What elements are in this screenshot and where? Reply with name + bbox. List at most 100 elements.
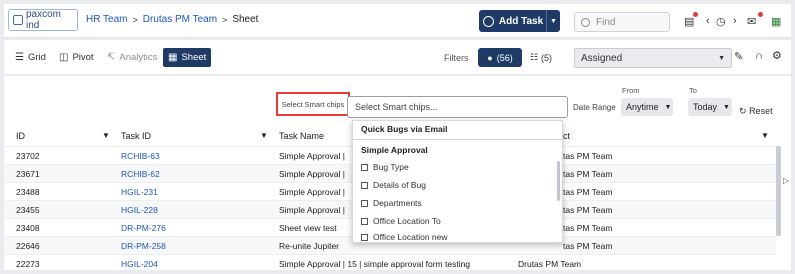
column-header-id[interactable]: ID [16, 131, 25, 141]
assigned-select[interactable]: Assigned ▼ [574, 48, 732, 68]
filter-icon[interactable]: ▼ [260, 131, 268, 140]
tab-analytics[interactable]: ↸ Analytics [102, 48, 162, 67]
cell-task-name: Simple Approval | [279, 205, 345, 215]
breadcrumb-project[interactable]: Drutas PM Team [143, 14, 217, 25]
cell-task-id[interactable]: HGIL-228 [121, 205, 158, 215]
cell-project: tas PM Team [563, 169, 613, 179]
chevron-right-icon: > [132, 14, 138, 25]
filter-user-count: (56) [496, 52, 513, 63]
refresh-icon: ↻ [739, 106, 747, 116]
cell-project: tas PM Team [563, 223, 613, 233]
from-label: From [622, 86, 640, 95]
view-toolbar: ☰ Grid ◫ Pivot ↸ Analytics ▦ Sheet Filte… [4, 40, 791, 74]
cell-project: tas PM Team [563, 187, 613, 197]
collapse-arrow-icon[interactable]: ▷ [783, 176, 789, 185]
chevron-right-icon: > [222, 14, 228, 25]
filters-label: Filters [444, 53, 469, 63]
column-header-task-id[interactable]: Task ID [121, 131, 151, 141]
chip-option[interactable]: Office Location To [361, 216, 441, 226]
chevron-left-icon[interactable]: ‹ [706, 15, 710, 27]
chip-option-label: Details of Bug [373, 180, 426, 190]
add-task-dropdown-button[interactable]: ▼ [546, 10, 560, 32]
headset-icon[interactable]: ∩ [755, 50, 763, 62]
user-icon: ● [487, 52, 493, 63]
cell-task-id[interactable]: HGIL-204 [121, 259, 158, 269]
from-select[interactable]: Anytime ▼ [621, 98, 673, 116]
date-range-label: Date Range [573, 103, 616, 112]
cell-id: 22646 [16, 241, 40, 251]
search-icon [581, 17, 590, 27]
group-quick-bugs: Quick Bugs via Email [361, 124, 448, 134]
gear-icon[interactable]: ⚙ [772, 49, 782, 62]
cell-task-id[interactable]: DR-PM-276 [121, 223, 166, 233]
checkbox-icon[interactable] [361, 217, 368, 225]
smart-chips-label: Select Smart chips [276, 92, 350, 116]
sheet-panel: Select Smart chips Select Smart chips...… [4, 76, 791, 270]
cell-task-id[interactable]: RCHIB-62 [121, 169, 160, 179]
document-icon[interactable]: ▦ [771, 15, 781, 28]
divider [353, 139, 562, 140]
chip-option[interactable]: Office Location new [361, 232, 448, 242]
add-task-button[interactable]: Add Task [479, 10, 547, 32]
workspace-name: paxcom ind [25, 9, 61, 31]
cell-id: 23671 [16, 169, 40, 179]
from-value: Anytime [626, 102, 659, 112]
filter-user-button[interactable]: ● (56) [478, 48, 522, 67]
reset-button[interactable]: ↻ Reset [739, 106, 773, 117]
tab-pivot-label: Pivot [72, 52, 94, 63]
cell-id: 22273 [16, 259, 40, 269]
tab-grid[interactable]: ☰ Grid [10, 48, 51, 67]
chip-option[interactable]: Bug Type [361, 162, 409, 172]
smart-chips-input[interactable]: Select Smart chips... [347, 96, 568, 118]
sheet-icon: ▦ [168, 52, 178, 63]
checkbox-icon[interactable] [361, 233, 368, 241]
table-row[interactable]: 22273 HGIL-204 Simple Approval | 15 | si… [4, 254, 776, 270]
analytics-icon: ↸ [107, 52, 116, 63]
timer-icon[interactable]: ◷ [716, 15, 726, 28]
cell-task-name: Re-unite Jupiter [279, 241, 340, 251]
workspace-icon [13, 15, 23, 25]
chevron-down-icon: ▼ [664, 103, 672, 111]
cell-task-id[interactable]: HGIL-231 [121, 187, 158, 197]
filter-icon[interactable]: ▼ [102, 131, 110, 140]
megaphone-icon[interactable]: ✉ [747, 15, 756, 28]
to-select[interactable]: Today ▼ [688, 98, 732, 116]
list-icon: ☰ [15, 52, 24, 63]
breadcrumb-hr-team[interactable]: HR Team [86, 14, 128, 25]
chevron-down-icon: ▼ [718, 54, 725, 62]
filter-icon[interactable]: ▼ [761, 131, 769, 140]
assigned-value: Assigned [581, 52, 623, 64]
dropdown-scrollbar[interactable] [557, 161, 560, 201]
tab-analytics-label: Analytics [119, 52, 158, 63]
to-label: To [689, 86, 697, 95]
calendar-icon[interactable]: ▤ [684, 15, 694, 28]
checkbox-icon[interactable] [361, 199, 368, 207]
tab-pivot[interactable]: ◫ Pivot [54, 48, 99, 67]
column-header-task-name[interactable]: Task Name [279, 131, 324, 141]
cell-id: 23408 [16, 223, 40, 233]
workspace-logo[interactable]: paxcom ind [8, 9, 78, 31]
cell-id: 23455 [16, 205, 40, 215]
filter-group-button[interactable]: ☷ (5) [525, 48, 557, 67]
top-bar: paxcom ind HR Team > Drutas PM Team > Sh… [4, 4, 791, 38]
edit-icon[interactable]: ✎ [734, 50, 743, 63]
find-input[interactable]: Find [574, 12, 670, 32]
cell-task-name: Simple Approval | [279, 187, 345, 197]
chip-option-label: Office Location new [373, 232, 448, 242]
app-window: paxcom ind HR Team > Drutas PM Team > Sh… [0, 0, 795, 274]
vertical-scrollbar[interactable] [776, 146, 781, 236]
chevron-down-icon: ▼ [723, 103, 730, 111]
cell-task-id[interactable]: DR-PM-258 [121, 241, 166, 251]
pivot-icon: ◫ [59, 52, 69, 63]
cell-project: tas PM Team [563, 241, 613, 251]
checkbox-icon[interactable] [361, 181, 368, 189]
chip-option[interactable]: Departments [361, 198, 422, 208]
cell-task-id[interactable]: RCHIB-63 [121, 151, 160, 161]
chip-option-label: Bug Type [373, 162, 409, 172]
column-header-project[interactable]: ct [563, 131, 570, 141]
tab-sheet[interactable]: ▦ Sheet [163, 48, 212, 67]
checkbox-icon[interactable] [361, 163, 368, 171]
chip-option[interactable]: Details of Bug [361, 180, 426, 190]
announcement-badge [758, 12, 763, 17]
chevron-right-icon[interactable]: › [733, 15, 737, 27]
